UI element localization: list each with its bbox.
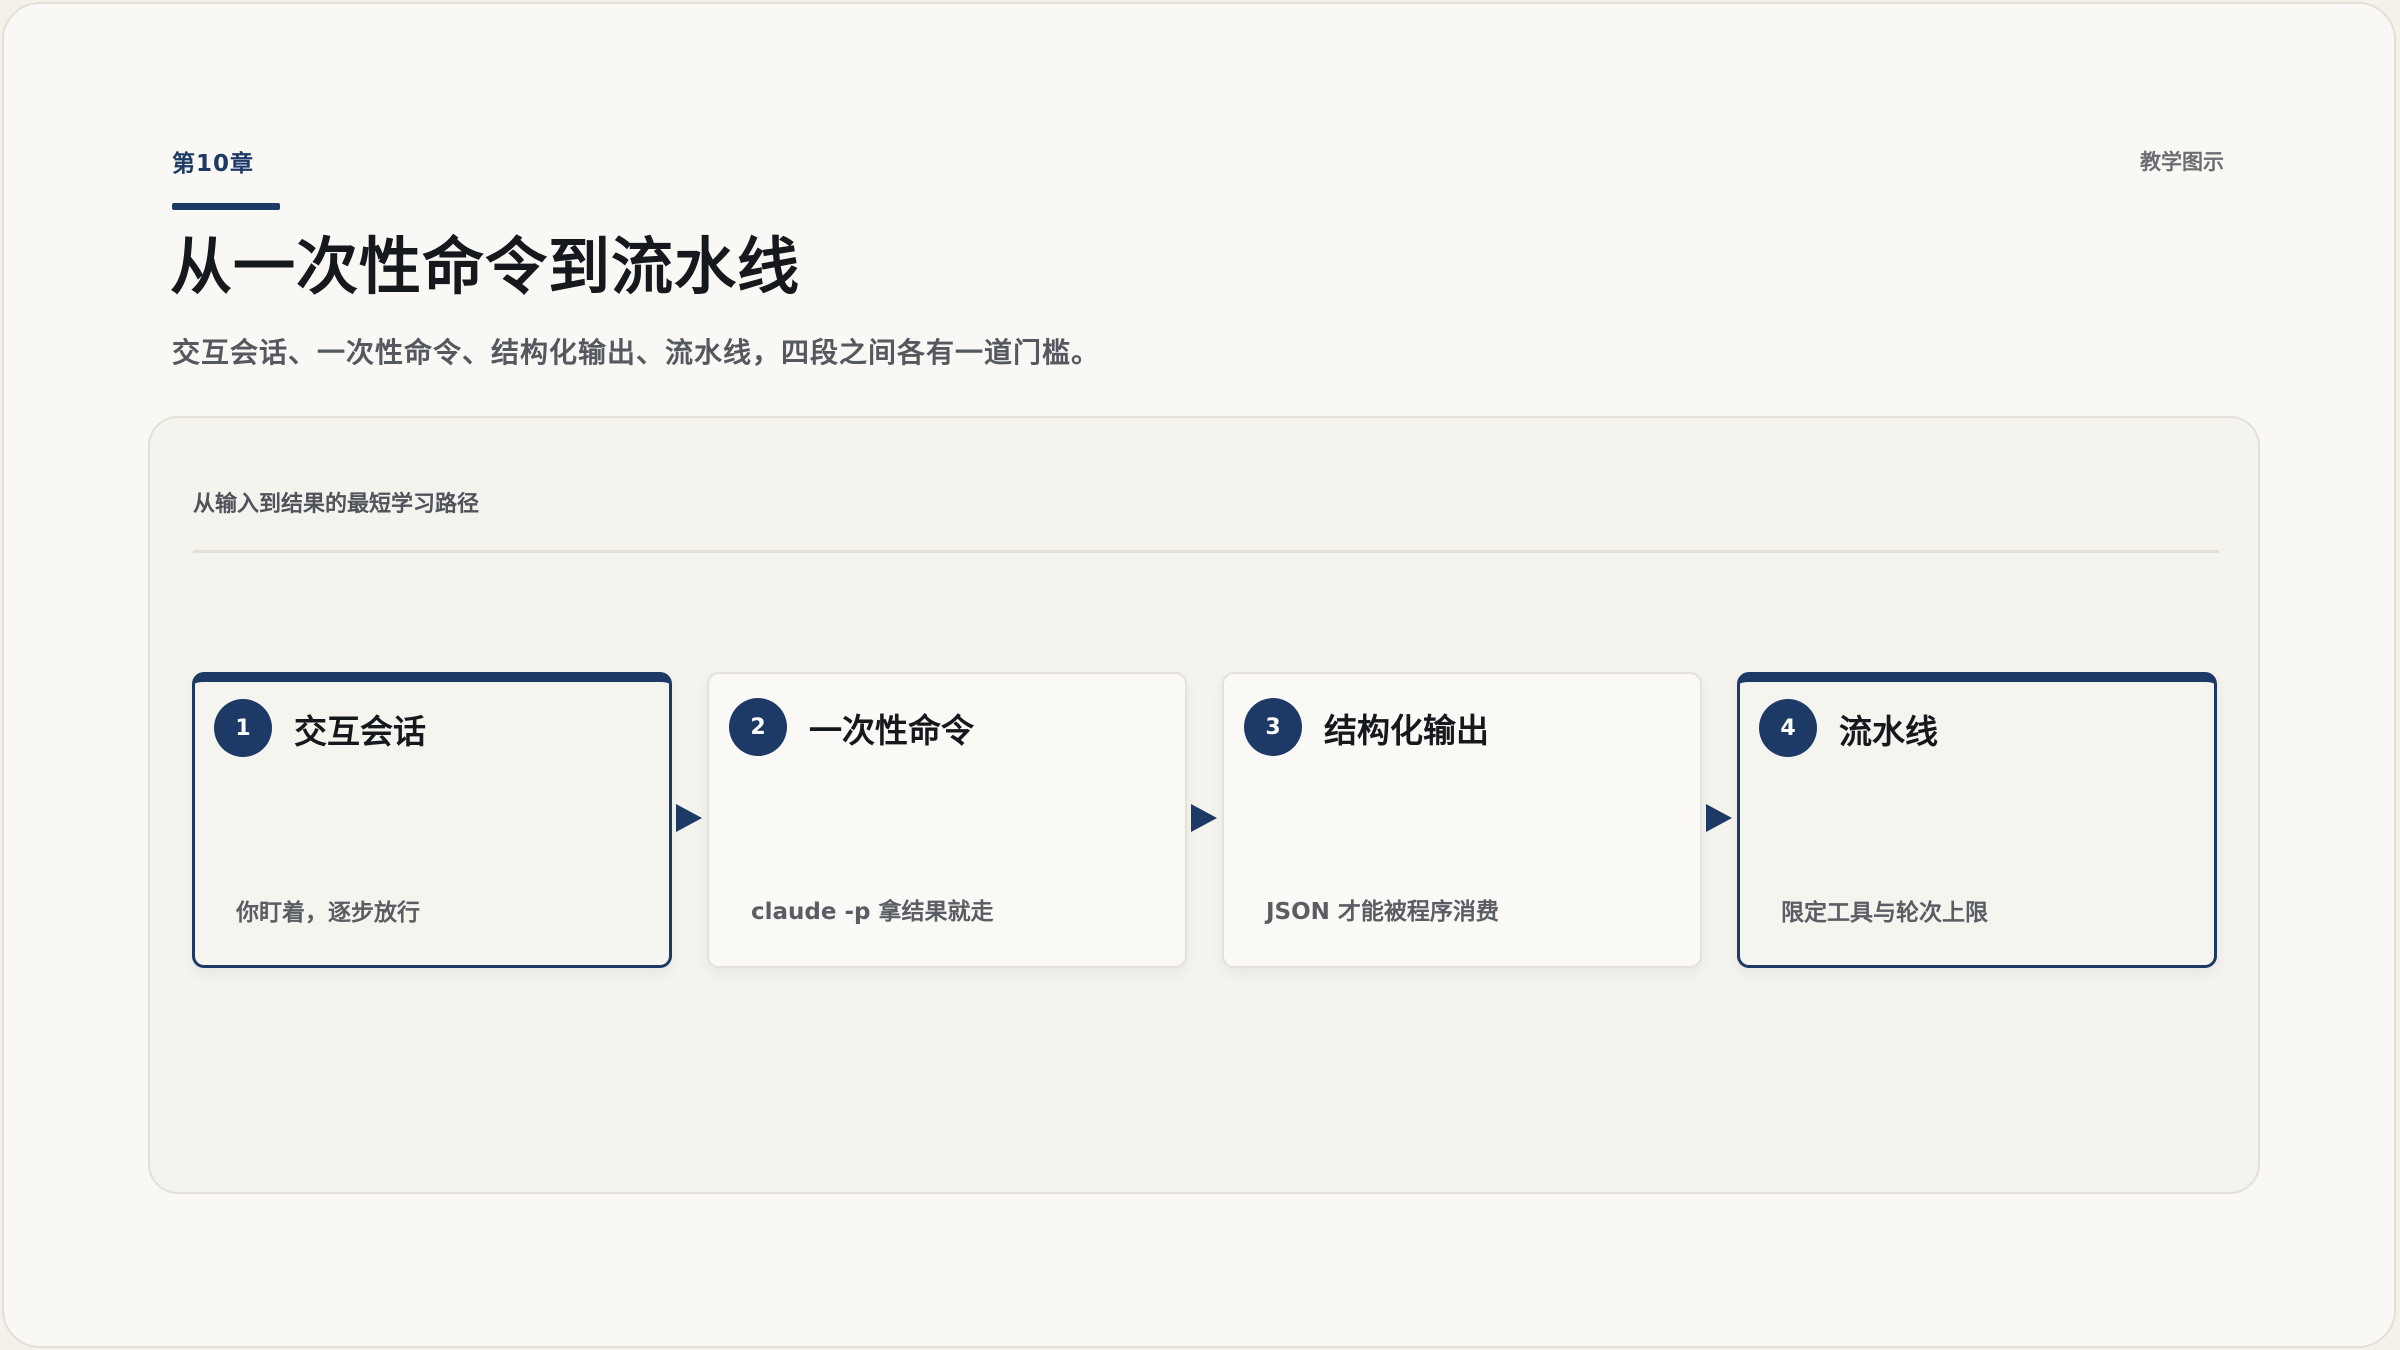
step-card-4: 4 流水线 限定工具与轮次上限 xyxy=(1737,672,2217,968)
page-title: 从一次性命令到流水线 xyxy=(170,230,801,303)
step-title: 流水线 xyxy=(1839,712,1938,751)
step-number-badge: 1 xyxy=(214,699,272,757)
step-title: 交互会话 xyxy=(294,712,426,751)
arrow-right-icon xyxy=(676,804,702,832)
arrow-right-icon xyxy=(1706,804,1732,832)
step-number-badge: 2 xyxy=(729,698,787,756)
step-title: 结构化输出 xyxy=(1324,711,1489,750)
page-subtitle: 交互会话、一次性命令、结构化输出、流水线，四段之间各有一道门槛。 xyxy=(172,336,1101,369)
step-description: claude -p 拿结果就走 xyxy=(751,899,994,925)
step-description: 你盯着，逐步放行 xyxy=(236,900,420,926)
step-card-2: 2 一次性命令 claude -p 拿结果就走 xyxy=(707,672,1187,968)
panel-label: 从输入到结果的最短学习路径 xyxy=(193,492,480,517)
step-number-badge: 4 xyxy=(1759,699,1817,757)
step-card-1: 1 交互会话 你盯着，逐步放行 xyxy=(192,672,672,968)
arrow-right-icon xyxy=(1191,804,1217,832)
step-title: 一次性命令 xyxy=(809,711,974,750)
figure-kind-label: 教学图示 xyxy=(2140,150,2224,174)
step-number-badge: 3 xyxy=(1244,698,1302,756)
slide: 第10章 教学图示 从一次性命令到流水线 交互会话、一次性命令、结构化输出、流水… xyxy=(2,2,2396,1348)
step-card-3: 3 结构化输出 JSON 才能被程序消费 xyxy=(1222,672,1702,968)
diagram-panel: 从输入到结果的最短学习路径 1 交互会话 你盯着，逐步放行 2 一次性命令 cl… xyxy=(148,416,2260,1194)
step-description: 限定工具与轮次上限 xyxy=(1781,900,1988,926)
step-description: JSON 才能被程序消费 xyxy=(1266,899,1499,925)
chapter-accent-bar xyxy=(172,203,280,210)
chapter-label: 第10章 xyxy=(172,151,255,177)
panel-divider xyxy=(193,550,2219,553)
